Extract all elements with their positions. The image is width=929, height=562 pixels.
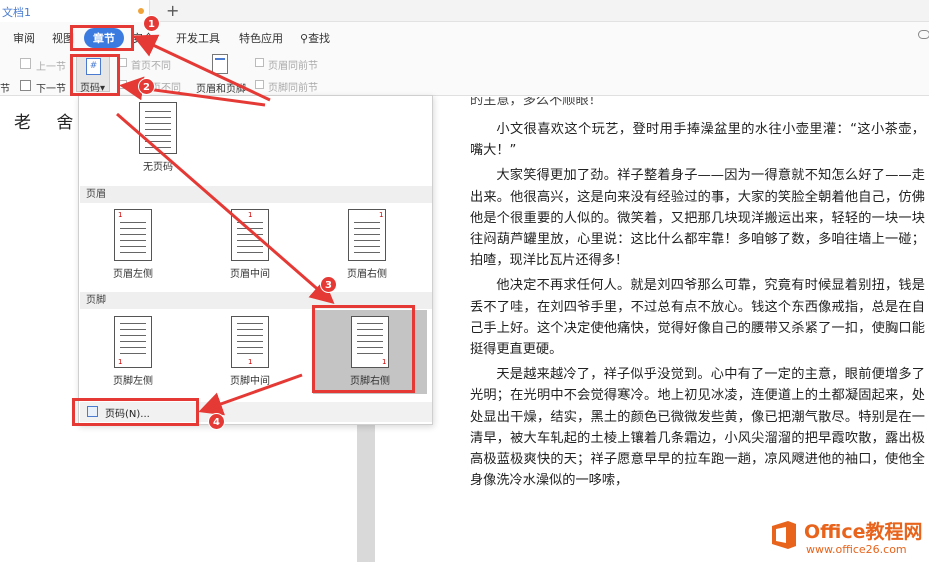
step-badge-2: 2 [138,78,155,95]
step-badge-3: 3 [320,276,337,293]
arrow-to-page-number-item [198,373,303,416]
step-badge-1: 1 [143,15,160,32]
step-badge-4: 4 [208,413,225,430]
office-logo-icon [772,521,796,549]
watermark-logo: Office教程网 www.office26.com [766,516,926,560]
arrow-to-footer-right [116,112,335,304]
watermark-url: www.office26.com [806,543,907,556]
watermark-brand: Office教程网 [804,521,923,543]
